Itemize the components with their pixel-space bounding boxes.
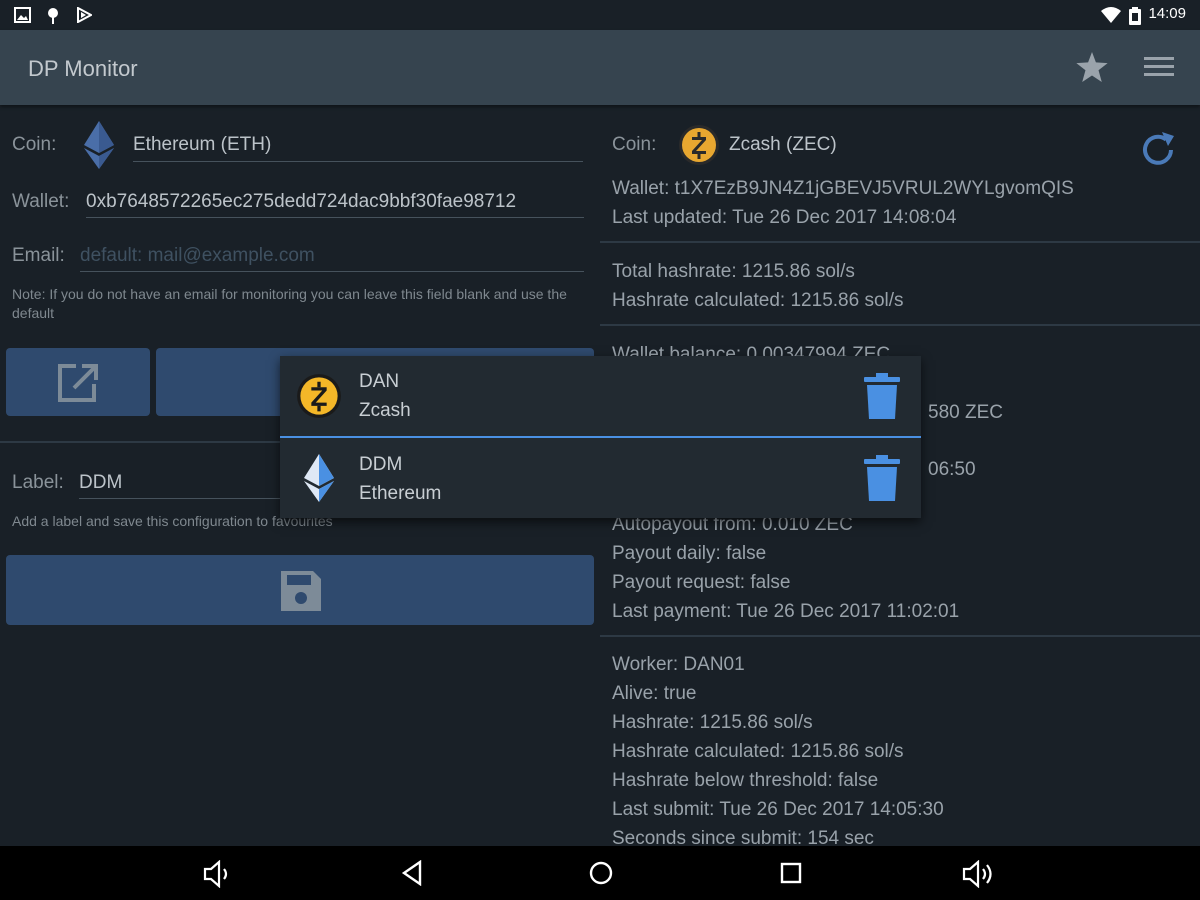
coin-label: Coin:: [12, 134, 57, 155]
email-label: Email:: [12, 245, 65, 266]
wallet-label: Wallet:: [12, 191, 70, 212]
favourite-item[interactable]: DDM Ethereum: [280, 438, 921, 518]
status-bar: 14:09: [0, 0, 1200, 30]
open-in-new-icon: [58, 364, 98, 402]
hidden-balance-value: 580 ZEC: [928, 402, 1003, 423]
volume-down-icon[interactable]: [203, 860, 235, 888]
payout-request: Payout request: false: [612, 572, 791, 593]
coin-select[interactable]: Ethereum (ETH): [133, 134, 583, 156]
email-underline: [80, 271, 584, 272]
wifi-icon: [1101, 7, 1121, 23]
worker-hashrate: Hashrate: 1215.86 sol/s: [612, 712, 813, 733]
refresh-icon[interactable]: [1138, 130, 1178, 170]
star-icon[interactable]: [1076, 52, 1108, 82]
email-placeholder: default: mail@example.com: [80, 245, 315, 266]
hidden-time-value: 06:50: [928, 459, 976, 480]
payout-daily: Payout daily: false: [612, 543, 767, 564]
ethereum-icon: [304, 454, 334, 502]
worker-alive: Alive: true: [612, 683, 697, 704]
home-icon[interactable]: [588, 860, 614, 886]
battery-icon: [1129, 7, 1141, 25]
divider-3: [600, 635, 1200, 637]
payout-info: Autopayout from: 0.010 ZEC Payout daily:…: [612, 510, 1192, 626]
email-input[interactable]: default: mail@example.com: [80, 245, 584, 267]
clock: 14:09: [1148, 5, 1186, 22]
hashrate-calculated: Hashrate calculated: 1215.86 sol/s: [612, 290, 904, 311]
hashrate-info: Total hashrate: 1215.86 sol/s Hashrate c…: [612, 257, 1192, 315]
label-field-label: Label:: [12, 472, 64, 493]
pin-icon: [48, 8, 58, 24]
status-wallet: Wallet: t1X7EzB9JN4Z1jGBEVJ5VRUL2WYLgvom…: [612, 178, 1074, 199]
zcash-icon: [297, 374, 341, 418]
favourite-label: DDM: [359, 454, 403, 475]
last-submit: Last submit: Tue 26 Dec 2017 14:05:30: [612, 799, 944, 820]
image-icon: [14, 7, 31, 23]
favourite-coin: Zcash: [359, 400, 411, 421]
app-title: DP Monitor: [28, 56, 138, 81]
status-coin-value: Zcash (ZEC): [729, 134, 837, 155]
email-note: Note: If you do not have an email for mo…: [12, 286, 567, 321]
last-updated: Last updated: Tue 26 Dec 2017 14:08:04: [612, 207, 957, 228]
hashrate-below-threshold: Hashrate below threshold: false: [612, 770, 879, 791]
worker-hashrate-calculated: Hashrate calculated: 1215.86 sol/s: [612, 741, 904, 762]
seconds-since-submit: Seconds since submit: 154 sec: [612, 828, 874, 846]
wallet-underline: [86, 217, 584, 218]
worker-info: Worker: DAN01 Alive: true Hashrate: 1215…: [612, 650, 1192, 846]
favourite-label: DAN: [359, 371, 400, 392]
save-button[interactable]: [6, 555, 594, 625]
open-external-button[interactable]: [6, 348, 150, 416]
favourites-dropdown: DAN Zcash DDM Ethereum: [280, 356, 921, 518]
back-icon[interactable]: [400, 860, 424, 886]
volume-up-icon[interactable]: [962, 860, 998, 888]
worker-name: Worker: DAN01: [612, 654, 745, 675]
divider-1: [600, 241, 1200, 243]
status-coin-label: Coin:: [612, 134, 657, 155]
coin-value: Ethereum (ETH): [133, 134, 272, 155]
zcash-icon: [679, 125, 719, 165]
ethereum-icon: [84, 121, 114, 169]
delete-icon[interactable]: [864, 455, 900, 501]
wallet-input[interactable]: 0xb7648572265ec275dedd724dac9bbf30fae987…: [86, 191, 584, 213]
recents-icon[interactable]: [779, 860, 803, 886]
favourite-item[interactable]: DAN Zcash: [280, 356, 921, 436]
total-hashrate: Total hashrate: 1215.86 sol/s: [612, 261, 855, 282]
play-icon: [77, 7, 92, 23]
coin-underline: [133, 161, 583, 162]
divider-2: [600, 324, 1200, 326]
menu-icon[interactable]: [1144, 55, 1174, 79]
wallet-info: Wallet: t1X7EzB9JN4Z1jGBEVJ5VRUL2WYLgvom…: [612, 174, 1192, 232]
favourite-coin: Ethereum: [359, 483, 442, 504]
navigation-bar: [0, 846, 1200, 900]
delete-icon[interactable]: [864, 373, 900, 419]
label-value: DDM: [79, 472, 123, 493]
last-payment: Last payment: Tue 26 Dec 2017 11:02:01: [612, 601, 960, 622]
app-bar: DP Monitor: [0, 30, 1200, 105]
save-icon: [281, 571, 321, 611]
wallet-value: 0xb7648572265ec275dedd724dac9bbf30fae987…: [86, 191, 517, 212]
